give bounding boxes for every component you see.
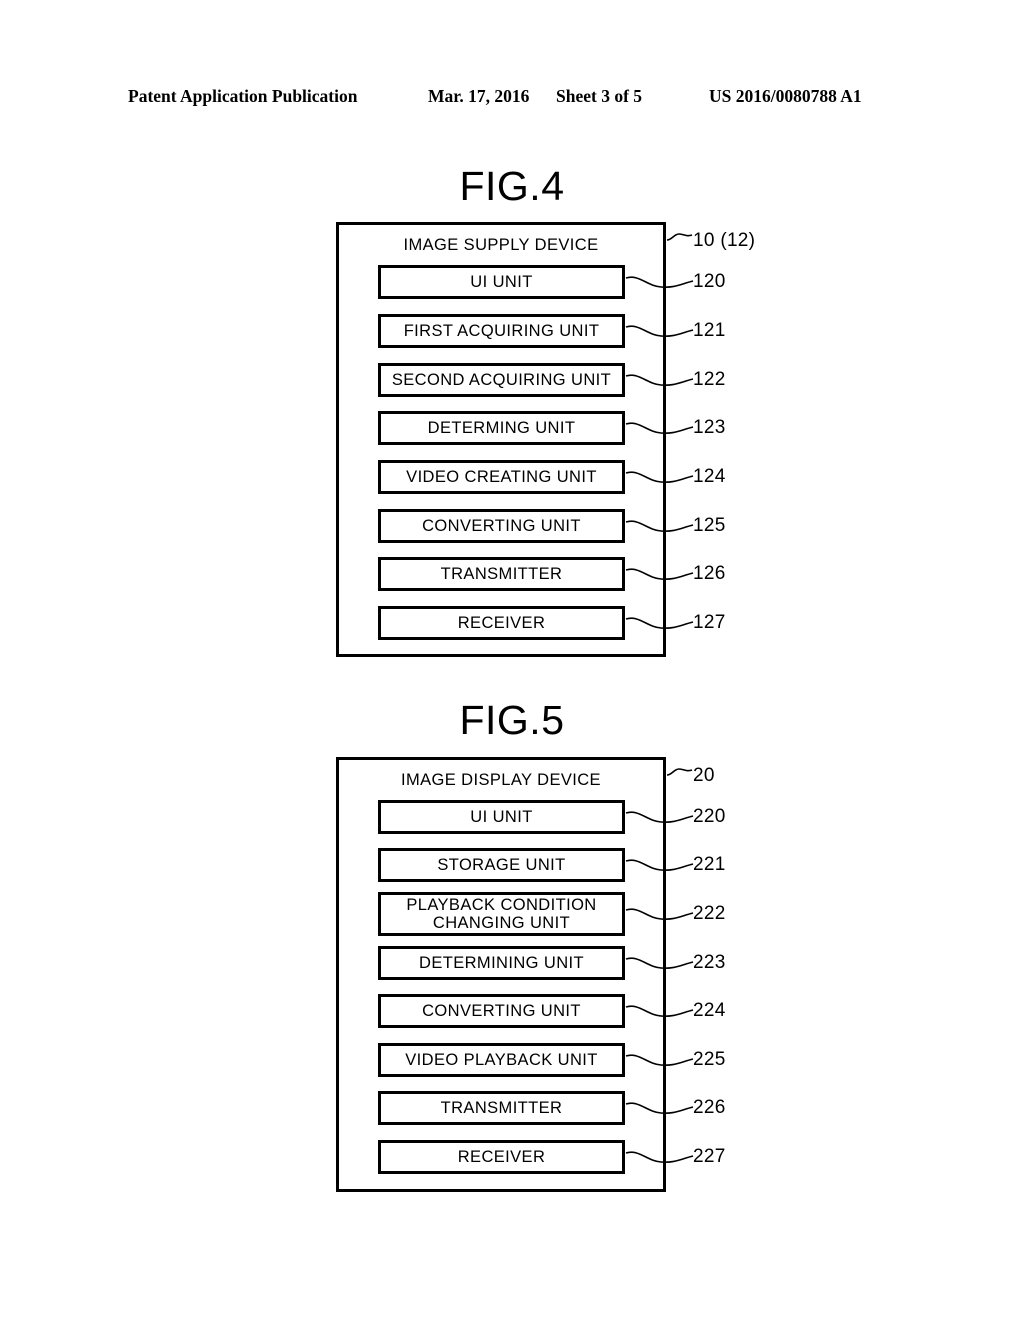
unit-box-ui-unit-display: UI UNIT	[378, 800, 625, 834]
ref-number-225: 225	[693, 1049, 726, 1070]
unit-box-receiver-display: RECEIVER	[378, 1140, 625, 1174]
unit-box-playback-condition-changing-unit: PLAYBACK CONDITION CHANGING UNIT	[378, 892, 625, 936]
figure-4-title: FIG.4	[459, 163, 565, 209]
ref-number-223: 223	[693, 952, 726, 973]
ref-number-227: 227	[693, 1146, 726, 1167]
unit-box-receiver: RECEIVER	[378, 606, 625, 640]
figure-5-title: FIG.5	[459, 697, 565, 743]
image-display-device-title: IMAGE DISPLAY DEVICE	[401, 771, 601, 789]
unit-box-transmitter-display: TRANSMITTER	[378, 1091, 625, 1125]
ref-number-121: 121	[693, 320, 726, 341]
ref-number-224: 224	[693, 1000, 726, 1021]
header-patent-number: US 2016/0080788 A1	[709, 86, 862, 106]
header-date: Mar. 17, 2016	[428, 86, 530, 106]
ref-number-127: 127	[693, 612, 726, 633]
ref-number-226: 226	[693, 1097, 726, 1118]
ref-number-20: 20	[693, 765, 715, 786]
ref-number-124: 124	[693, 466, 726, 487]
header-publication: Patent Application Publication	[128, 86, 358, 106]
unit-box-transmitter: TRANSMITTER	[378, 557, 625, 591]
unit-box-second-acquiring-unit: SECOND ACQUIRING UNIT	[378, 363, 625, 397]
ref-number-122: 122	[693, 369, 726, 390]
unit-box-video-creating-unit: VIDEO CREATING UNIT	[378, 460, 625, 494]
ref-number-125: 125	[693, 515, 726, 536]
ref-number-220: 220	[693, 806, 726, 827]
ref-number-222: 222	[693, 903, 726, 924]
unit-box-ui-unit: UI UNIT	[378, 265, 625, 299]
unit-box-determining-unit: DETERMINING UNIT	[378, 946, 625, 980]
ref-number-123: 123	[693, 417, 726, 438]
ref-number-221: 221	[693, 854, 726, 875]
unit-box-storage-unit: STORAGE UNIT	[378, 848, 625, 882]
unit-box-video-playback-unit: VIDEO PLAYBACK UNIT	[378, 1043, 625, 1077]
header-sheet: Sheet 3 of 5	[556, 86, 643, 106]
unit-box-converting-unit: CONVERTING UNIT	[378, 509, 625, 543]
image-supply-device-title: IMAGE SUPPLY DEVICE	[403, 236, 599, 254]
page-header: Patent Application Publication Mar. 17, …	[0, 86, 1024, 112]
ref-number-120: 120	[693, 271, 726, 292]
unit-box-first-acquiring-unit: FIRST ACQUIRING UNIT	[378, 314, 625, 348]
unit-box-converting-unit-display: CONVERTING UNIT	[378, 994, 625, 1028]
ref-number-126: 126	[693, 563, 726, 584]
ref-number-10-12: 10 (12)	[693, 230, 756, 251]
unit-box-determing-unit: DETERMING UNIT	[378, 411, 625, 445]
